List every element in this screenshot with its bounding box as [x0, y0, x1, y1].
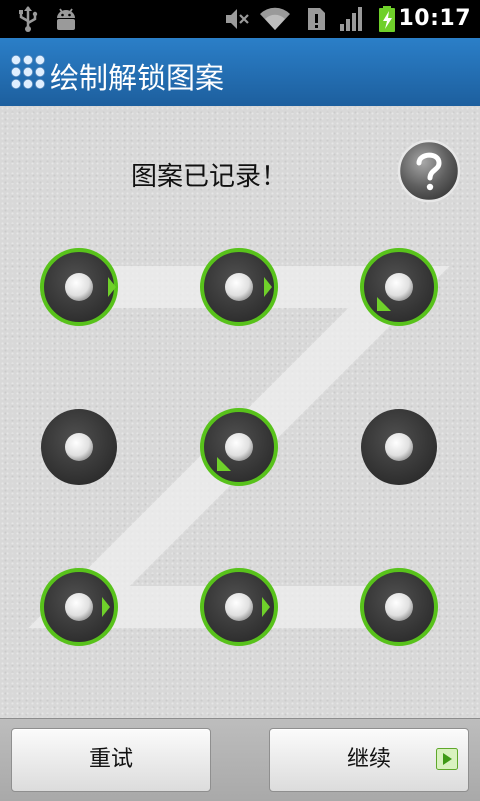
continue-button-label: 继续 — [346, 747, 391, 772]
status-time: 10:17 — [398, 6, 471, 31]
pattern-dot-6[interactable] — [361, 409, 437, 485]
bottom-button-bar: 重试 继续 — [0, 718, 480, 801]
pattern-dot-8[interactable] — [200, 568, 278, 646]
continue-button[interactable]: 继续 — [269, 728, 469, 792]
sim-icon — [308, 8, 325, 30]
android-debug-icon — [57, 8, 75, 30]
retry-button[interactable]: 重试 — [11, 728, 211, 792]
pattern-dot-5[interactable] — [200, 408, 278, 486]
usb-icon — [19, 6, 38, 32]
wifi-icon — [260, 7, 290, 30]
pattern-grid-icon — [11, 55, 45, 89]
pattern-dot-4[interactable] — [41, 409, 117, 485]
title-bar: 绘制解锁图案 — [0, 38, 480, 107]
pattern-dot-3[interactable] — [360, 248, 438, 326]
status-bar: 10:17 — [0, 0, 480, 38]
pattern-dot-2[interactable] — [200, 248, 278, 326]
pattern-dot-1[interactable] — [40, 248, 118, 326]
signal-icon — [340, 7, 362, 31]
retry-button-label: 重试 — [88, 747, 133, 772]
page-title: 绘制解锁图案 — [50, 61, 225, 95]
pattern-dot-7[interactable] — [40, 568, 118, 646]
next-arrow-icon — [436, 748, 458, 770]
unlock-pattern[interactable] — [0, 106, 480, 718]
pattern-dot-9[interactable] — [360, 568, 438, 646]
pattern-area: 图案已记录！ — [0, 106, 480, 718]
mute-icon — [226, 9, 249, 29]
